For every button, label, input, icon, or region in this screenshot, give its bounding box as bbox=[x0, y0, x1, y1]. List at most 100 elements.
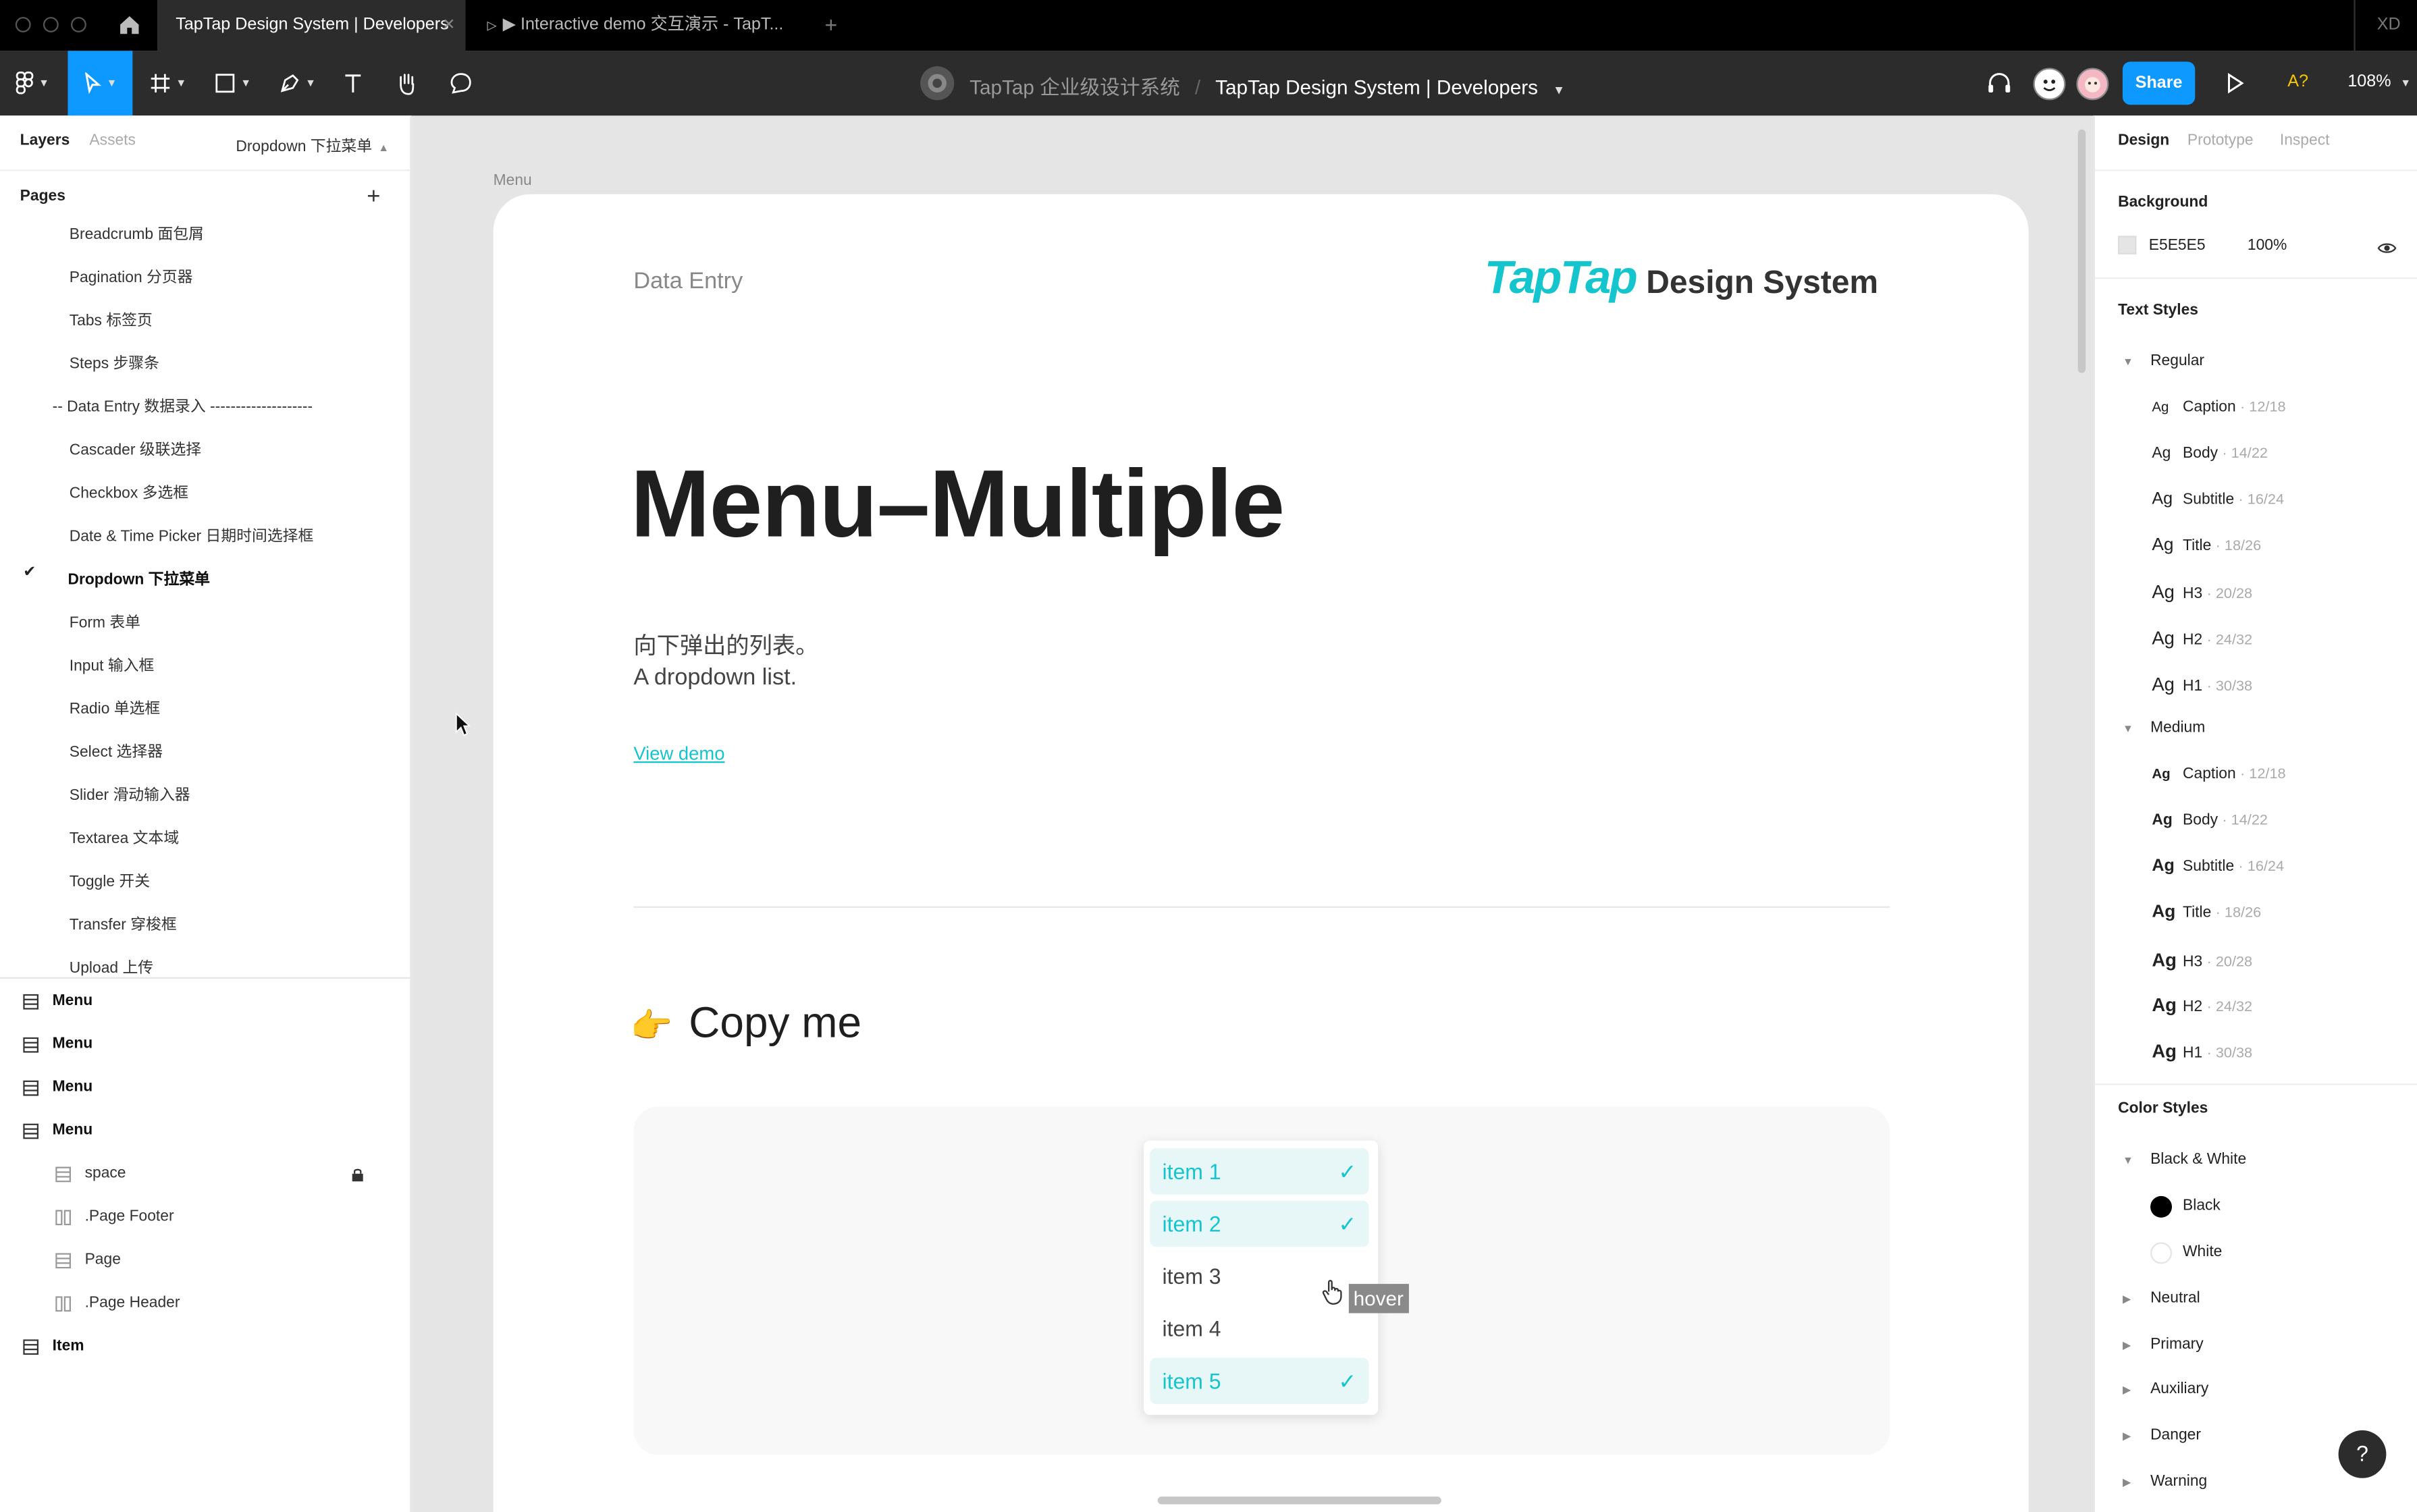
text-style-item[interactable]: Ag H2 · 24/32 bbox=[2152, 627, 2252, 655]
color-swatch-white[interactable] bbox=[2150, 1242, 2173, 1264]
text-style-item[interactable]: Ag Subtitle · 16/24 bbox=[2152, 857, 2284, 885]
menu-item[interactable]: item 2 ✓ bbox=[1150, 1200, 1369, 1247]
layer-row[interactable]: Menu bbox=[0, 1023, 410, 1066]
color-name[interactable]: Black bbox=[2183, 1197, 2221, 1214]
background-color-swatch[interactable] bbox=[2118, 236, 2137, 254]
color-swatch-black[interactable] bbox=[2150, 1195, 2173, 1218]
add-tab-button[interactable]: + bbox=[825, 0, 838, 51]
page-item[interactable]: Slider 滑动输入器 bbox=[70, 782, 190, 805]
hand-tool-button[interactable] bbox=[388, 51, 425, 115]
window-minimize-button[interactable] bbox=[43, 17, 59, 32]
page-item[interactable]: Steps 步骤条 bbox=[70, 350, 159, 373]
team-avatar-icon[interactable] bbox=[920, 66, 955, 101]
text-style-group-regular[interactable]: ▼ Regular bbox=[2123, 353, 2204, 370]
page-item[interactable]: Form 表单 bbox=[70, 609, 140, 632]
window-zoom-button[interactable] bbox=[71, 17, 86, 32]
text-style-item[interactable]: Ag H3 · 20/28 bbox=[2152, 581, 2252, 609]
shape-tool-button[interactable]: ▼ bbox=[207, 51, 259, 115]
layer-row[interactable]: Menu bbox=[0, 1066, 410, 1110]
page-item[interactable]: -- Data Entry 数据录入 -------------------- bbox=[53, 393, 313, 416]
menu-item[interactable]: item 1 ✓ bbox=[1150, 1148, 1369, 1195]
layer-row[interactable]: .Page Header bbox=[0, 1282, 410, 1326]
layer-row[interactable]: .Page Footer bbox=[0, 1196, 410, 1239]
layer-row[interactable]: Item bbox=[0, 1326, 410, 1369]
avatar[interactable] bbox=[2033, 68, 2066, 101]
comment-tool-button[interactable] bbox=[442, 51, 479, 115]
zoom-menu[interactable]: 108% ▼ bbox=[2347, 72, 2411, 90]
pen-tool-button[interactable]: ▼ bbox=[271, 51, 324, 115]
color-group[interactable]: ▶ Warning bbox=[2123, 1474, 2207, 1490]
menu-frame[interactable]: Data Entry TapTap Design System Menu–Mul… bbox=[493, 194, 2029, 1512]
text-style-item[interactable]: Ag H3 · 20/28 bbox=[2152, 950, 2252, 977]
color-group[interactable]: ▶ Danger bbox=[2123, 1427, 2201, 1444]
text-style-item[interactable]: Ag Title · 18/26 bbox=[2152, 903, 2261, 931]
color-group[interactable]: ▶ Neutral bbox=[2123, 1290, 2200, 1307]
page-item-current[interactable]: Dropdown 下拉菜单 bbox=[68, 566, 210, 589]
color-group-black-white[interactable]: ▼ Black & White bbox=[2123, 1152, 2246, 1168]
text-style-item[interactable]: Ag Body · 14/22 bbox=[2152, 446, 2268, 473]
avatar[interactable] bbox=[2076, 68, 2109, 101]
text-style-item[interactable]: Ag Title · 18/26 bbox=[2152, 537, 2261, 564]
text-style-item[interactable]: Ag Body · 14/22 bbox=[2152, 812, 2268, 840]
layer-row[interactable]: space bbox=[0, 1153, 410, 1196]
page-item[interactable]: Breadcrumb 面包屑 bbox=[70, 221, 204, 244]
tab-prototype[interactable]: Prototype bbox=[2187, 132, 2254, 149]
tab-active-file[interactable]: TapTap Design System | Developers bbox=[157, 0, 466, 51]
page-item[interactable]: Checkbox 多选框 bbox=[70, 479, 188, 502]
vertical-scrollbar[interactable] bbox=[2077, 129, 2086, 373]
eye-icon[interactable] bbox=[2377, 236, 2397, 263]
layer-row[interactable]: Menu bbox=[0, 1110, 410, 1153]
page-item[interactable]: Select 选择器 bbox=[70, 738, 163, 761]
tab-inspect[interactable]: Inspect bbox=[2280, 132, 2330, 149]
page-item[interactable]: Toggle 开关 bbox=[70, 868, 150, 891]
help-button[interactable]: ? bbox=[2338, 1430, 2387, 1478]
background-opacity[interactable]: 100% bbox=[2248, 238, 2287, 254]
chevron-down-icon[interactable]: ▼ bbox=[1553, 83, 1565, 97]
color-name[interactable]: White bbox=[2183, 1244, 2222, 1261]
tab-assets[interactable]: Assets bbox=[89, 132, 136, 149]
window-close-button[interactable] bbox=[15, 17, 31, 32]
page-item[interactable]: Radio 单选框 bbox=[70, 695, 160, 718]
text-style-item[interactable]: Ag H1 · 30/38 bbox=[2152, 674, 2252, 701]
headphones-icon[interactable] bbox=[1986, 71, 2013, 103]
frame-label[interactable]: Menu bbox=[494, 173, 532, 190]
page-item[interactable]: Transfer 穿梭框 bbox=[70, 911, 177, 934]
text-tool-button[interactable] bbox=[336, 51, 370, 115]
text-style-group-medium[interactable]: ▼ Medium bbox=[2123, 720, 2205, 736]
page-item[interactable]: Textarea 文本域 bbox=[70, 825, 179, 848]
present-play-icon[interactable] bbox=[2226, 72, 2244, 101]
tab-design[interactable]: Design bbox=[2118, 132, 2169, 149]
text-style-item[interactable]: Ag H2 · 24/32 bbox=[2152, 994, 2252, 1022]
text-style-item[interactable]: Ag Caption · 12/18 bbox=[2152, 399, 2285, 427]
file-name[interactable]: TapTap Design System | Developers bbox=[1215, 76, 1538, 99]
color-group[interactable]: ▶ Auxiliary bbox=[2123, 1381, 2208, 1398]
add-page-icon[interactable]: + bbox=[367, 184, 380, 210]
account-label[interactable]: XD bbox=[2377, 0, 2401, 51]
text-style-item[interactable]: Ag H1 · 30/38 bbox=[2152, 1040, 2252, 1068]
frame-tool-button[interactable]: ▼ bbox=[142, 51, 194, 115]
page-item[interactable]: Input 输入框 bbox=[70, 652, 155, 675]
share-button[interactable]: Share bbox=[2122, 61, 2196, 105]
layer-row[interactable]: Menu bbox=[0, 980, 410, 1023]
page-item[interactable]: Pagination 分页器 bbox=[70, 263, 193, 287]
color-group[interactable]: ▶ Primary bbox=[2123, 1336, 2204, 1353]
horizontal-scrollbar[interactable] bbox=[1157, 1496, 1441, 1505]
page-item[interactable]: Tabs 标签页 bbox=[70, 306, 153, 330]
page-selector[interactable]: Dropdown 下拉菜单 ▲ bbox=[236, 132, 389, 156]
lock-icon[interactable] bbox=[352, 1167, 364, 1183]
tab-interactive-demo[interactable]: ▷ ▶ Interactive demo 交互演示 - TapT... bbox=[487, 0, 783, 51]
text-style-item[interactable]: Ag Subtitle · 16/24 bbox=[2152, 490, 2284, 518]
view-demo-link[interactable]: View demo bbox=[633, 743, 724, 765]
tab-close-icon[interactable]: ✕ bbox=[442, 17, 455, 34]
text-style-item[interactable]: Ag Caption · 12/18 bbox=[2152, 766, 2285, 794]
breadcrumb-team[interactable]: TapTap 企业级设计系统 bbox=[970, 76, 1180, 99]
home-icon[interactable] bbox=[117, 14, 142, 36]
move-tool-button[interactable]: ▼ bbox=[68, 51, 133, 116]
page-item[interactable]: Upload 上传 bbox=[70, 954, 153, 976]
menu-item[interactable]: item 5 ✓ bbox=[1150, 1357, 1369, 1405]
layer-row[interactable]: Page bbox=[0, 1239, 410, 1282]
page-item[interactable]: Date & Time Picker 日期时间选择框 bbox=[70, 522, 314, 545]
page-item[interactable]: Cascader 级联选择 bbox=[70, 436, 201, 459]
main-menu-button[interactable]: ▼ bbox=[0, 51, 65, 115]
missing-fonts-warning[interactable]: A? bbox=[2287, 72, 2308, 90]
